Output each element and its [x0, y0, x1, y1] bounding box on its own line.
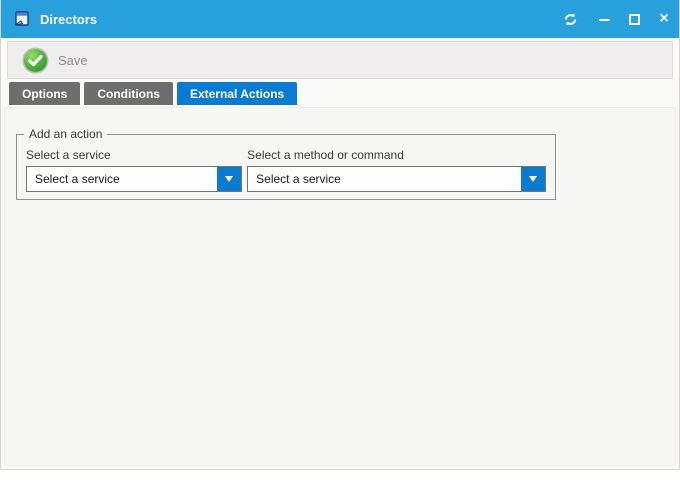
groupbox-title: Add an action — [24, 127, 107, 141]
close-icon: × — [659, 11, 668, 27]
tab-conditions[interactable]: Conditions — [84, 82, 173, 105]
action-fields: Select a service Select a service Select… — [26, 148, 546, 192]
method-dropdown-value: Select a service — [248, 167, 521, 191]
titlebar: Directors × — [1, 0, 679, 38]
add-action-groupbox: Add an action Select a service Select a … — [16, 134, 556, 200]
tab-strip: Options Conditions External Actions — [9, 82, 297, 105]
maximize-icon — [629, 14, 640, 25]
method-label: Select a method or command — [247, 148, 546, 162]
tab-content-external-actions: Add an action Select a service Select a … — [4, 107, 676, 466]
save-label: Save — [58, 53, 88, 68]
tab-options[interactable]: Options — [9, 82, 80, 105]
window-title: Directors — [40, 12, 97, 27]
refresh-icon[interactable] — [555, 0, 585, 38]
method-field: Select a method or command Select a serv… — [247, 148, 546, 192]
method-dropdown-button[interactable] — [521, 167, 545, 191]
service-field: Select a service Select a service — [26, 148, 242, 192]
save-check-icon — [22, 47, 49, 74]
window-controls: × — [555, 0, 679, 38]
toolbar: Save — [7, 41, 673, 79]
service-dropdown[interactable]: Select a service — [26, 166, 242, 192]
method-dropdown[interactable]: Select a service — [247, 166, 546, 192]
close-button[interactable]: × — [649, 0, 679, 38]
directors-window: Directors × — [0, 0, 680, 470]
service-label: Select a service — [26, 148, 242, 162]
service-dropdown-button[interactable] — [217, 167, 241, 191]
form-icon — [12, 9, 32, 29]
chevron-down-icon — [225, 176, 233, 182]
service-dropdown-value: Select a service — [27, 167, 217, 191]
minimize-button[interactable] — [589, 0, 619, 38]
tab-external-actions[interactable]: External Actions — [177, 82, 297, 105]
maximize-button[interactable] — [619, 0, 649, 38]
minimize-icon — [599, 19, 610, 21]
save-button[interactable]: Save — [20, 45, 98, 76]
chevron-down-icon — [529, 176, 537, 182]
